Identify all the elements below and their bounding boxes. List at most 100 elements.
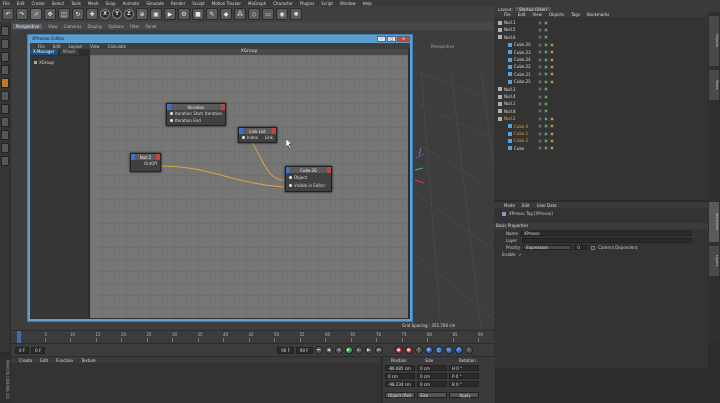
object-row[interactable]: Cube.23 <box>494 49 708 56</box>
object-tags[interactable] <box>550 124 554 129</box>
coordinate-system-icon[interactable]: ⊕ <box>136 8 148 20</box>
enable-checkbox[interactable]: ✓ <box>519 252 522 257</box>
point-level-icon[interactable]: ⁘ <box>464 346 473 354</box>
visibility-toggles[interactable] <box>538 20 548 25</box>
object-row[interactable]: Cube.2 <box>494 137 708 144</box>
xpresso-menu-edit[interactable]: Edit <box>53 44 61 49</box>
output-port-button[interactable] <box>156 154 160 160</box>
array-icon[interactable]: ⁂ <box>234 8 246 20</box>
camera-dependent-checkbox[interactable] <box>591 245 596 250</box>
undo-icon[interactable]: ↶ <box>2 8 14 20</box>
menu-mograph[interactable]: MoGraph <box>248 1 266 6</box>
parameter-key-icon[interactable]: P <box>454 346 463 354</box>
object-row[interactable]: Null.5 <box>494 26 708 33</box>
output-port-button[interactable] <box>272 128 276 134</box>
menu-create[interactable]: Create <box>31 1 44 6</box>
close-icon[interactable]: ✕ <box>397 36 410 42</box>
visibility-toggles[interactable] <box>538 27 548 32</box>
object-row[interactable]: Cube.20 <box>494 41 708 48</box>
render-picture-viewer-icon[interactable]: ▶ <box>164 8 176 20</box>
scale-key-icon[interactable]: ◫ <box>434 346 443 354</box>
render-settings-icon[interactable]: ⚙ <box>178 8 190 20</box>
menu-select[interactable]: Select <box>52 1 64 6</box>
visibility-toggles[interactable] <box>538 50 548 55</box>
visibility-toggles[interactable] <box>538 109 548 114</box>
basic-properties-section[interactable]: Basic Properties <box>494 223 708 229</box>
cube-node[interactable]: Cube.26 Object Visible in Editor <box>285 166 332 192</box>
om-menu-edit[interactable]: Edit <box>518 12 526 17</box>
visibility-toggles[interactable] <box>538 87 548 92</box>
coord-rot-field[interactable]: H 0 ° <box>449 365 479 371</box>
mat-menu-create[interactable]: Create <box>19 358 32 363</box>
menu-sculpt[interactable]: Sculpt <box>192 1 205 6</box>
input-port-button[interactable] <box>131 154 135 160</box>
floor-icon[interactable]: ▭ <box>262 8 274 20</box>
playhead[interactable] <box>17 331 21 343</box>
menu-motion-tracker[interactable]: Motion Tracker <box>212 1 241 6</box>
axis-mode-icon[interactable] <box>1 117 9 127</box>
priority-select[interactable]: Expression <box>523 245 572 250</box>
expand-icon[interactable] <box>34 61 37 64</box>
maximize-icon[interactable]: □ <box>387 36 396 42</box>
visibility-toggles[interactable] <box>538 42 548 47</box>
xpresso-menu-layout[interactable]: Layout <box>68 44 82 49</box>
next-frame-icon[interactable]: ▸ <box>354 346 363 354</box>
solo-icon[interactable] <box>1 156 9 166</box>
snap-icon[interactable] <box>1 143 9 153</box>
priority-number[interactable]: 0 <box>574 245 589 250</box>
menu-mesh[interactable]: Mesh <box>88 1 99 6</box>
xpresso-titlebar[interactable]: XPresso Editor <box>28 35 412 43</box>
cube-node-header[interactable]: Cube.26 <box>286 167 331 173</box>
output-port-button[interactable] <box>327 167 331 173</box>
apply-button[interactable]: Apply <box>449 392 479 398</box>
light-icon[interactable]: ✺ <box>290 8 302 20</box>
om-menu-view[interactable]: View <box>532 12 542 17</box>
coord-rot-field[interactable]: B 0 ° <box>449 381 479 387</box>
coord-size-field[interactable]: 0 cm <box>417 373 447 379</box>
object-row[interactable]: Cube.21 <box>494 71 708 78</box>
visibility-toggles[interactable] <box>538 101 548 106</box>
am-menu-mode[interactable]: Mode <box>504 203 515 208</box>
am-menu-user-data[interactable]: User Data <box>537 203 557 208</box>
visibility-toggles[interactable] <box>538 138 548 143</box>
max-frame-field[interactable]: 90 F <box>295 346 313 354</box>
object-tags[interactable] <box>550 146 554 151</box>
object-tags[interactable] <box>550 79 554 84</box>
port-link[interactable]: Link <box>265 135 273 140</box>
model-mode-icon[interactable] <box>1 39 9 49</box>
visibility-toggles[interactable] <box>538 124 548 129</box>
x-axis-lock-icon[interactable]: X <box>100 9 110 19</box>
object-tags[interactable] <box>550 72 554 77</box>
coord-rot-field[interactable]: P 0 ° <box>449 373 479 379</box>
scale-icon[interactable]: ◫ <box>58 8 70 20</box>
start-frame-field[interactable]: 0 F <box>15 346 30 354</box>
menu-animate[interactable]: Animate <box>123 1 140 6</box>
menu-render[interactable]: Render <box>171 1 185 6</box>
tweak-mode-icon[interactable] <box>1 130 9 140</box>
rotation-key-icon[interactable]: ↻ <box>444 346 453 354</box>
object-tags[interactable] <box>550 64 554 69</box>
visibility-toggles[interactable] <box>538 72 548 77</box>
subdivision-surface-icon[interactable]: ◆ <box>220 8 232 20</box>
menu-simulate[interactable]: Simulate <box>146 1 164 6</box>
object-tags[interactable] <box>550 131 554 136</box>
menu-edit[interactable]: Edit <box>17 1 25 6</box>
minimize-icon[interactable]: – <box>377 36 386 42</box>
coord-size-field[interactable]: 0 cm <box>417 365 447 371</box>
viewport-menu-cameras[interactable]: Cameras <box>64 24 82 29</box>
deformer-icon[interactable]: ◇ <box>248 8 260 20</box>
size-mode-select[interactable]: Size <box>417 392 447 398</box>
port-iteration-start[interactable]: Iteration Start <box>170 111 203 116</box>
visibility-toggles[interactable] <box>538 94 548 99</box>
viewport-menu-panel[interactable]: Panel <box>146 24 157 29</box>
coord-pos-field[interactable]: 0 cm <box>385 373 415 379</box>
make-editable-icon[interactable] <box>1 26 9 36</box>
play-icon[interactable]: ▶ <box>344 346 353 354</box>
menu-snap[interactable]: Snap <box>105 1 115 6</box>
mat-menu-texture[interactable]: Texture <box>81 358 96 363</box>
port-visible-in-editor[interactable]: Visible in Editor <box>289 183 325 188</box>
tab-xpools[interactable]: XPools <box>59 49 79 55</box>
auto-key-icon[interactable]: ● <box>404 346 413 354</box>
side-tab-takes[interactable]: Takes <box>709 70 719 100</box>
coord-size-field[interactable]: 0 cm <box>417 381 447 387</box>
